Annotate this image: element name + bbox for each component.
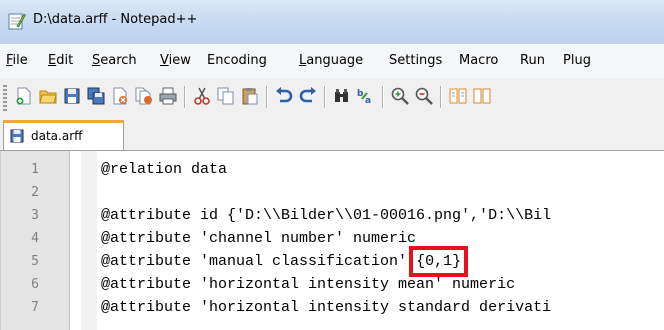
copy-icon[interactable] bbox=[216, 86, 236, 106]
menu-macro[interactable]: Macro bbox=[459, 53, 498, 68]
menu-file[interactable]: File bbox=[6, 53, 28, 68]
tab-data-arff[interactable]: data.arff bbox=[3, 120, 124, 150]
line-number: 2 bbox=[31, 185, 39, 200]
line-text: @attribute 'horizontal intensity standar… bbox=[101, 299, 552, 316]
editor-pane[interactable]: 1 @relation data 2 3 @attribute id {'D:\… bbox=[0, 151, 664, 330]
toolbar-grip[interactable] bbox=[3, 85, 7, 111]
save-icon[interactable] bbox=[62, 86, 82, 106]
highlight-box: {0,1} bbox=[409, 246, 469, 277]
title-bar[interactable]: D:\data.arff - Notepad++ bbox=[0, 0, 664, 44]
notepad-plus-plus-icon bbox=[8, 13, 26, 30]
menu-edit[interactable]: Edit bbox=[48, 53, 73, 68]
line-text: @attribute 'horizontal intensity mean' n… bbox=[101, 276, 516, 293]
code-line: 5 @attribute 'manual classification' {0,… bbox=[1, 246, 664, 277]
sync-horizontal-icon[interactable] bbox=[472, 86, 492, 106]
print-icon[interactable] bbox=[158, 86, 178, 106]
sync-vertical-icon[interactable] bbox=[448, 86, 468, 106]
close-all-icon[interactable] bbox=[134, 86, 154, 106]
line-text: @attribute 'manual classification' {0,1} bbox=[101, 246, 469, 277]
toolbar-separator bbox=[440, 86, 442, 108]
open-file-icon[interactable] bbox=[38, 86, 58, 106]
code-line: 1 @relation data bbox=[1, 159, 664, 182]
toolbar-separator bbox=[324, 86, 326, 108]
toolbar-separator bbox=[184, 86, 186, 108]
tab-label: data.arff bbox=[31, 129, 83, 143]
new-file-icon[interactable] bbox=[14, 86, 34, 106]
line-text: @attribute 'channel number' numeric bbox=[101, 230, 417, 247]
line-number: 3 bbox=[31, 208, 39, 223]
code-line: 2 bbox=[1, 182, 664, 205]
line-number: 7 bbox=[31, 300, 39, 315]
line-number: 4 bbox=[31, 231, 39, 246]
find-icon[interactable] bbox=[332, 86, 352, 106]
menu-view[interactable]: View bbox=[160, 53, 191, 68]
line-text: @attribute id {'D:\\Bilder\\01-00016.png… bbox=[101, 207, 552, 224]
svg-text:a: a bbox=[365, 96, 371, 106]
close-icon[interactable] bbox=[110, 86, 130, 106]
menu-search[interactable]: Search bbox=[92, 53, 137, 68]
zoom-in-icon[interactable] bbox=[390, 86, 410, 106]
tab-bar: data.arff bbox=[0, 116, 664, 151]
redo-icon[interactable] bbox=[298, 86, 318, 106]
notepad-plus-plus-window: D:\data.arff - Notepad++ File Edit Searc… bbox=[0, 0, 664, 330]
zoom-out-icon[interactable] bbox=[414, 86, 434, 106]
save-all-icon[interactable] bbox=[86, 86, 106, 106]
menu-bar: File Edit Search View Encoding Language … bbox=[0, 44, 664, 79]
code-line: 3 @attribute id {'D:\\Bilder\\01-00016.p… bbox=[1, 205, 664, 228]
replace-icon[interactable]: ba bbox=[356, 86, 376, 106]
line-number: 1 bbox=[31, 162, 39, 177]
menu-encoding[interactable]: Encoding bbox=[207, 53, 267, 68]
code-line: 4 @attribute 'channel number' numeric bbox=[1, 228, 664, 251]
line-number: 6 bbox=[31, 277, 39, 292]
menu-plugins[interactable]: Plug bbox=[563, 53, 591, 68]
line-text: @relation data bbox=[101, 161, 228, 178]
toolbar: ba bbox=[0, 78, 664, 116]
toolbar-separator bbox=[382, 86, 384, 108]
menu-settings[interactable]: Settings bbox=[389, 53, 442, 68]
code-line: 7 @attribute 'horizontal intensity stand… bbox=[1, 297, 664, 320]
saved-file-icon bbox=[10, 129, 24, 143]
window-title: D:\data.arff - Notepad++ bbox=[33, 12, 198, 27]
toolbar-separator bbox=[266, 86, 268, 108]
paste-icon[interactable] bbox=[240, 86, 260, 106]
cut-icon[interactable] bbox=[192, 86, 212, 106]
undo-icon[interactable] bbox=[274, 86, 294, 106]
menu-run[interactable]: Run bbox=[520, 53, 545, 68]
menu-language[interactable]: Language bbox=[299, 53, 363, 68]
code-line: 6 @attribute 'horizontal intensity mean'… bbox=[1, 274, 664, 297]
line-number: 5 bbox=[31, 254, 39, 269]
